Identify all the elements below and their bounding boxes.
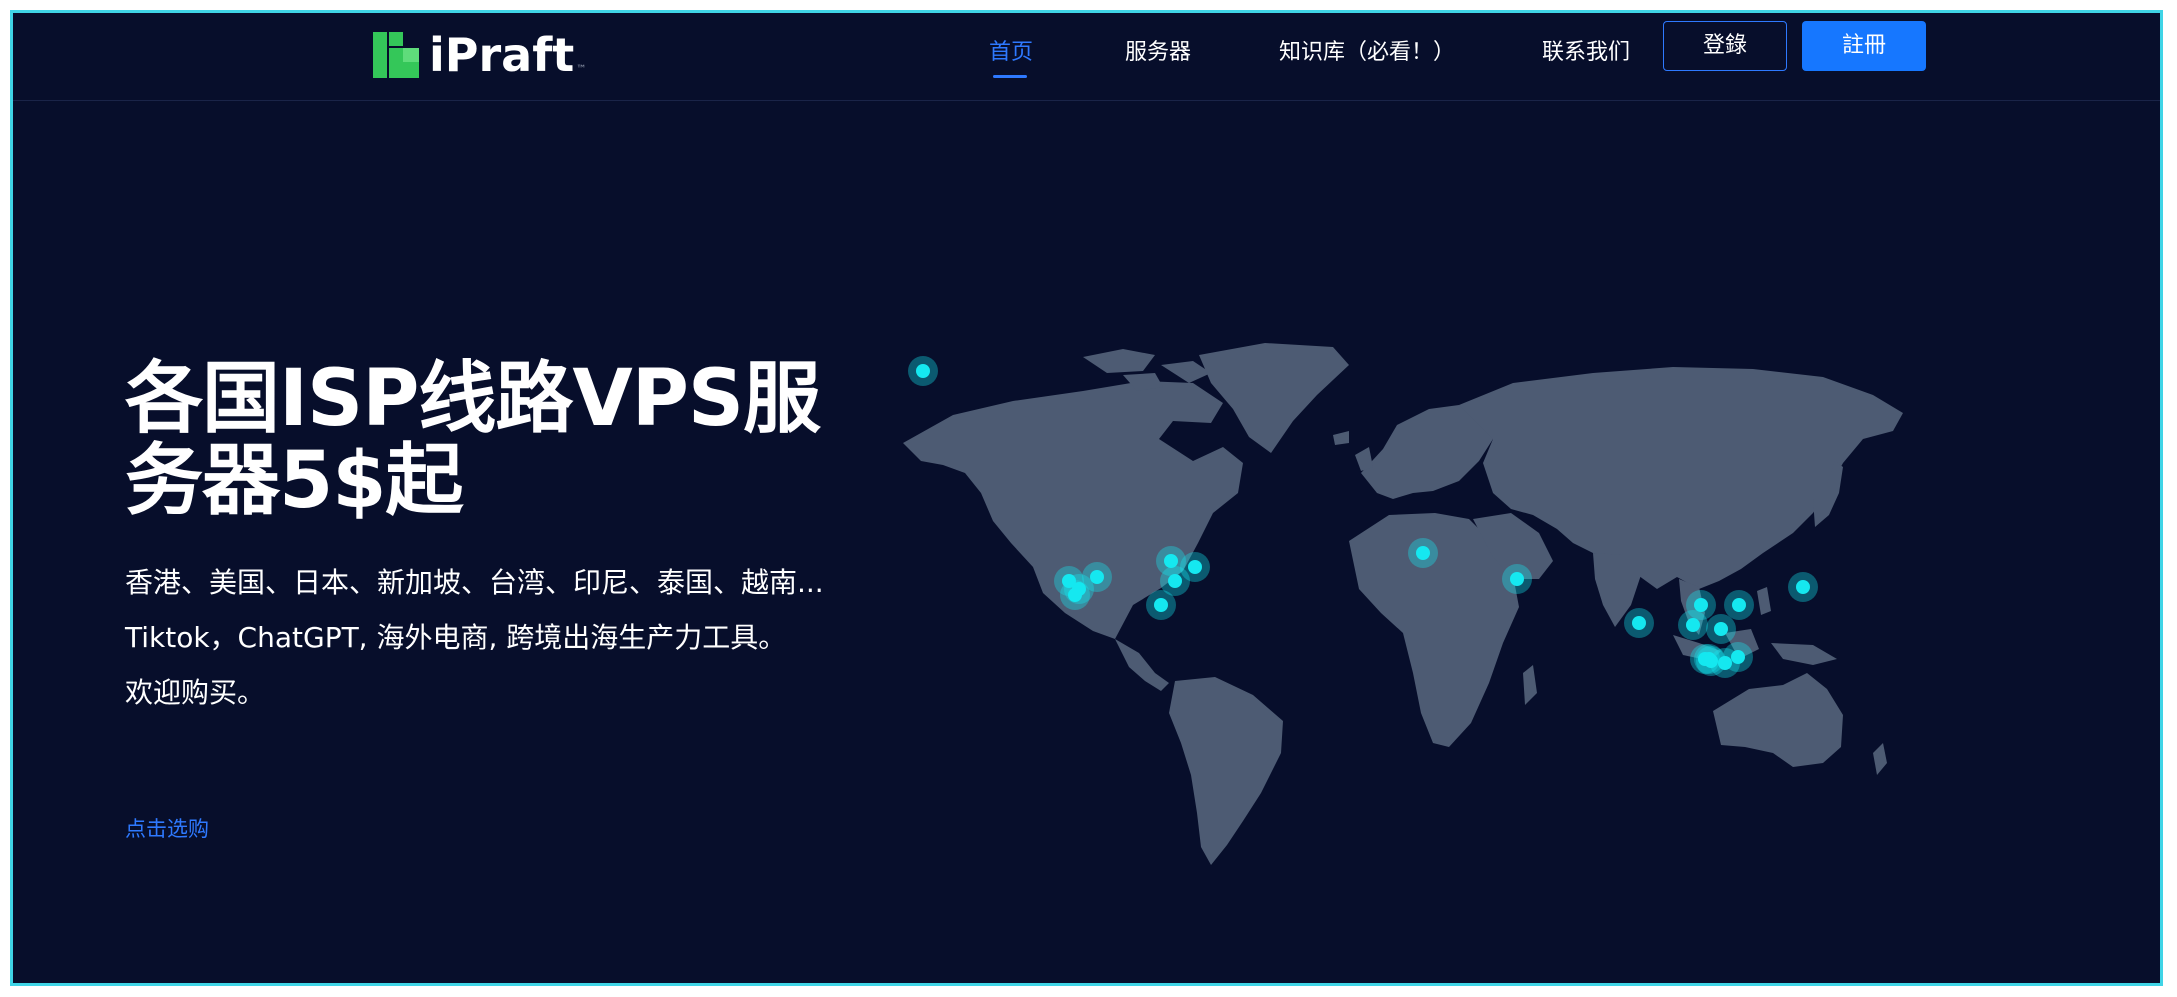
location-dot-core xyxy=(1068,588,1082,602)
nav-item-home[interactable]: 首页 xyxy=(989,33,1033,73)
location-dot-core xyxy=(1686,618,1700,632)
page-frame: iPraft ™ 首页 服务器 知识库（必看！） 联系我们 登錄 註冊 各国IS… xyxy=(10,10,2163,986)
nav-active-indicator xyxy=(993,75,1027,78)
location-dot-core xyxy=(1164,554,1178,568)
login-button[interactable]: 登錄 xyxy=(1663,21,1787,71)
shop-now-link[interactable]: 点击选购 xyxy=(125,813,209,843)
hero-regions: 香港、美国、日本、新加坡、台湾、印尼、泰国、越南... xyxy=(125,566,824,599)
hero-title: 各国ISP线路VPS服务器5$起 xyxy=(125,354,821,526)
location-dot-core xyxy=(916,364,930,378)
location-dot-core xyxy=(1416,546,1430,560)
hero-welcome: 欢迎购买。 xyxy=(125,676,266,709)
world-map xyxy=(903,343,1903,865)
location-dot-core xyxy=(1154,598,1168,612)
location-dot-core xyxy=(1510,572,1524,586)
location-dot-core xyxy=(1090,570,1104,584)
nav-item-servers[interactable]: 服务器 xyxy=(1125,33,1191,73)
brand-trademark: ™ xyxy=(576,64,587,75)
hero-use-cases: Tiktok，ChatGPT, 海外电商, 跨境出海生产力工具。 xyxy=(125,621,787,654)
location-dot-core xyxy=(1731,650,1745,664)
logo-mark-icon xyxy=(373,32,419,78)
register-button[interactable]: 註冊 xyxy=(1802,21,1926,71)
nav-item-contact[interactable]: 联系我们 xyxy=(1542,33,1630,73)
location-dot-core xyxy=(1632,616,1646,630)
location-dot-core xyxy=(1694,598,1708,612)
location-dot-core xyxy=(1714,622,1728,636)
location-dot-core xyxy=(1732,598,1746,612)
brand-name: iPraft xyxy=(429,28,575,82)
location-dot-core xyxy=(1188,560,1202,574)
nav-item-knowledge-base[interactable]: 知识库（必看！） xyxy=(1279,33,1455,73)
location-dot-core xyxy=(1796,580,1810,594)
top-navbar: iPraft ™ 首页 服务器 知识库（必看！） 联系我们 登錄 註冊 xyxy=(13,13,2160,101)
brand-logo[interactable]: iPraft ™ xyxy=(373,27,586,83)
location-dot-core xyxy=(1168,574,1182,588)
